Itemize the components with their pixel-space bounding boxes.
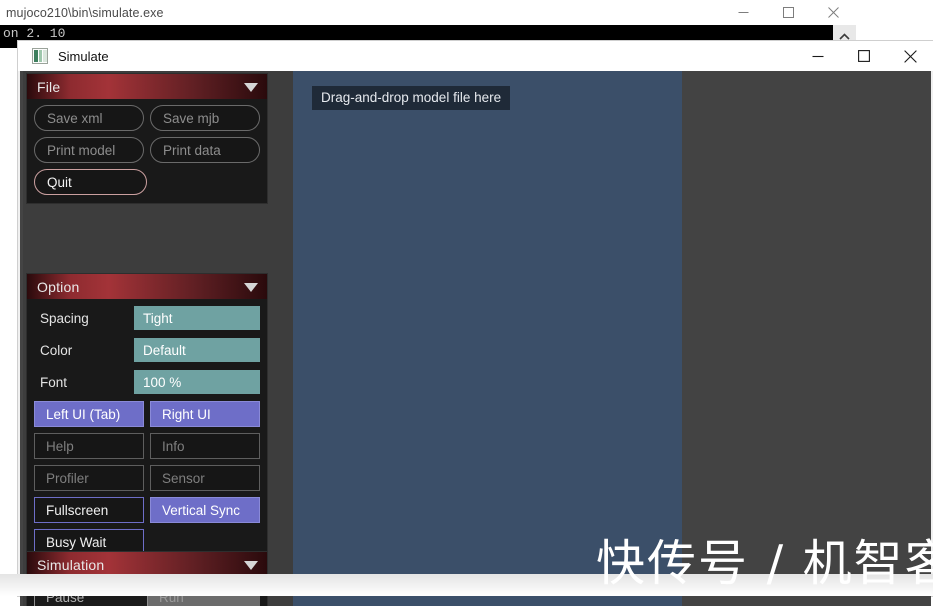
simulate-minimize-button[interactable] — [795, 41, 841, 71]
drag-drop-hint: Drag-and-drop model file here — [312, 86, 511, 110]
quit-button[interactable]: Quit — [34, 169, 147, 195]
right-empty-area — [682, 71, 931, 606]
toggle-sensor[interactable]: Sensor — [150, 465, 260, 491]
console-titlebar[interactable]: mujoco210\bin\simulate.exe — [0, 0, 856, 25]
save-mjb-button[interactable]: Save mjb — [150, 105, 260, 131]
option-row-help-info: Help Info — [34, 433, 260, 459]
panel-file-title: File — [37, 78, 61, 95]
option-row-fullscreen-vsync: Fullscreen Vertical Sync — [34, 497, 260, 523]
chevron-up-icon — [839, 33, 850, 40]
console-close-button[interactable] — [811, 0, 856, 25]
simulate-window-controls — [795, 41, 933, 71]
render-viewport[interactable]: Drag-and-drop model file here — [293, 71, 682, 606]
console-window-controls — [721, 0, 856, 25]
toggle-fullscreen[interactable]: Fullscreen — [34, 497, 144, 523]
panel-file-header[interactable]: File — [27, 74, 267, 99]
option-row-ui-toggles: Left UI (Tab) Right UI — [34, 401, 260, 427]
maximize-icon — [858, 50, 870, 62]
option-row-color: Color Default — [34, 337, 260, 363]
close-icon — [903, 49, 917, 63]
toggle-profiler[interactable]: Profiler — [34, 465, 144, 491]
console-minimize-button[interactable] — [721, 0, 766, 25]
toggle-left-ui[interactable]: Left UI (Tab) — [34, 401, 144, 427]
file-row-quit: Quit — [34, 169, 260, 195]
panel-option-title: Option — [37, 278, 80, 295]
color-label: Color — [40, 342, 73, 358]
font-select[interactable]: 100 % — [134, 370, 260, 394]
toggle-vertical-sync[interactable]: Vertical Sync — [150, 497, 260, 523]
simulate-window: Simulate File Save xml Save mjb Print mo… — [18, 41, 933, 606]
panel-file-body: Save xml Save mjb Print model Print data… — [27, 99, 267, 203]
color-select[interactable]: Default — [134, 338, 260, 362]
option-row-spacing: Spacing Tight — [34, 305, 260, 331]
console-maximize-button[interactable] — [766, 0, 811, 25]
simulate-maximize-button[interactable] — [841, 41, 887, 71]
spacing-select[interactable]: Tight — [134, 306, 260, 330]
close-icon — [828, 7, 839, 18]
save-xml-button[interactable]: Save xml — [34, 105, 144, 131]
panel-option-body: Spacing Tight Color Default Font 100 % L… — [27, 299, 267, 563]
toggle-info[interactable]: Info — [150, 433, 260, 459]
option-row-profiler-sensor: Profiler Sensor — [34, 465, 260, 491]
simulate-close-button[interactable] — [887, 41, 933, 71]
file-row-save: Save xml Save mjb — [34, 105, 260, 131]
panel-option: Option Spacing Tight Color Default Font … — [27, 274, 267, 563]
left-ui-panel-column: File Save xml Save mjb Print model Print… — [23, 71, 293, 606]
maximize-icon — [783, 7, 794, 18]
spacing-label: Spacing — [40, 310, 89, 326]
minimize-icon — [738, 12, 749, 13]
simulate-app-icon — [32, 48, 48, 64]
minimize-icon — [812, 55, 824, 58]
print-model-button[interactable]: Print model — [34, 137, 144, 163]
simulate-client-area: File Save xml Save mjb Print model Print… — [20, 71, 931, 606]
triangle-down-icon[interactable] — [244, 561, 258, 570]
simulate-window-title: Simulate — [58, 48, 109, 64]
simulate-titlebar[interactable]: Simulate — [18, 41, 933, 71]
toggle-help[interactable]: Help — [34, 433, 144, 459]
console-output-text: on 2. 10 — [3, 26, 66, 41]
panel-file: File Save xml Save mjb Print model Print… — [27, 74, 267, 203]
panel-option-header[interactable]: Option — [27, 274, 267, 299]
file-row-print: Print model Print data — [34, 137, 260, 163]
console-title: mujoco210\bin\simulate.exe — [6, 5, 164, 20]
triangle-down-icon[interactable] — [244, 283, 258, 292]
toggle-right-ui[interactable]: Right UI — [150, 401, 260, 427]
font-label: Font — [40, 374, 68, 390]
triangle-down-icon[interactable] — [244, 83, 258, 92]
left-ui-scrollbar[interactable] — [269, 71, 291, 606]
print-data-button[interactable]: Print data — [150, 137, 260, 163]
watermark-text: 快传号 / 机智客 — [596, 535, 933, 592]
option-row-font: Font 100 % — [34, 369, 260, 395]
panel-simulation-title: Simulation — [37, 556, 105, 573]
